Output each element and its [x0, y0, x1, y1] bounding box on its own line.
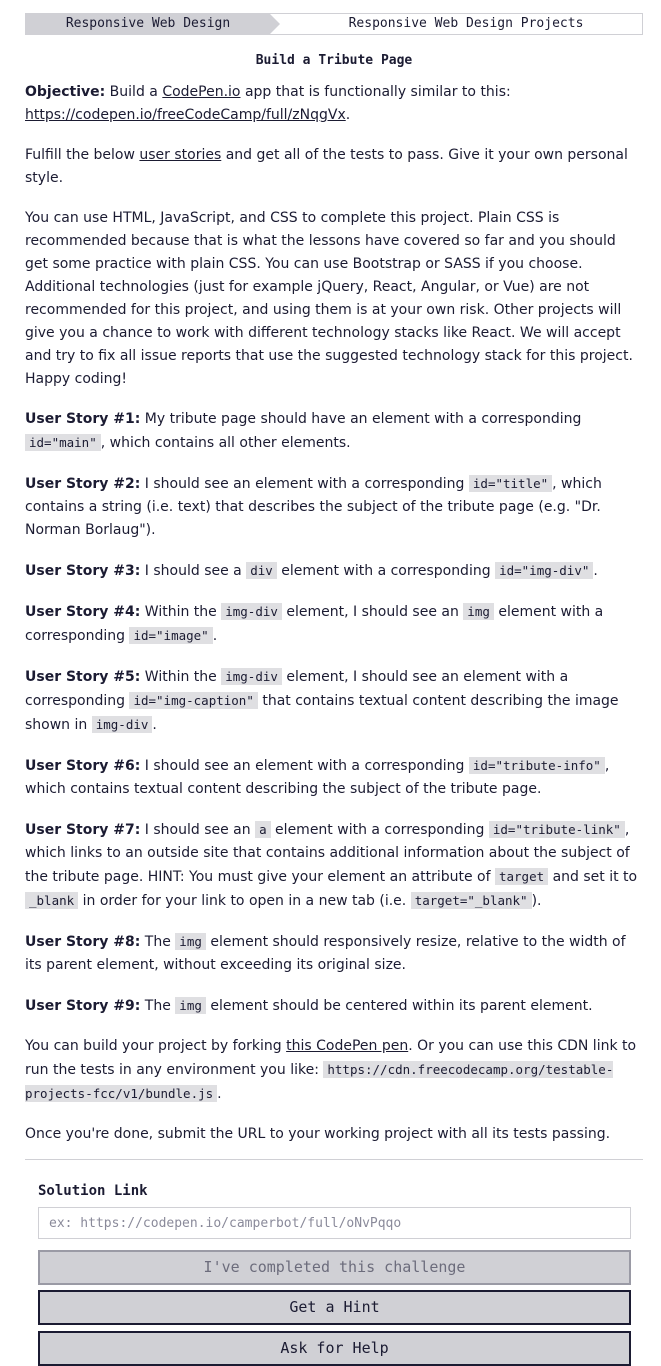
user-story-text: My tribute page should have an element w… [140, 411, 582, 427]
build-text: You can build your project by forking [25, 1038, 287, 1054]
user-story-text: Within the [140, 604, 222, 620]
codepen-link[interactable]: CodePen.io [162, 84, 240, 100]
code-snippet: img-div [91, 716, 153, 733]
user-story-text: . [212, 628, 218, 644]
user-story-4: User Story #4: Within the img-div elemen… [25, 600, 643, 648]
fulfill-text: Fulfill the below [25, 147, 140, 163]
objective-label: Objective: [25, 84, 106, 100]
user-story-text: . [593, 563, 598, 579]
solution-link-label: Solution Link [38, 1183, 148, 1199]
breadcrumb: Responsive Web Design Responsive Web Des… [25, 13, 643, 35]
technologies-paragraph: You can use HTML, JavaScript, and CSS to… [25, 210, 633, 387]
user-story-label: User Story #7: [25, 822, 141, 838]
user-story-text: in order for your link to open in a new … [78, 893, 411, 909]
code-snippet: target="_blank" [410, 892, 532, 909]
user-story-text: element should be centered within its pa… [205, 998, 593, 1014]
user-story-text: The [140, 998, 176, 1014]
user-story-text: I should see an element with a correspon… [140, 476, 469, 492]
ask-for-help-button[interactable]: Ask for Help [38, 1331, 631, 1366]
code-snippet: a [255, 821, 271, 838]
user-story-3: User Story #3: I should see a div elemen… [25, 559, 643, 583]
objective-text: app that is functionally similar to this… [240, 84, 511, 100]
build-text: . [217, 1086, 222, 1102]
code-snippet: id="img-caption" [129, 692, 258, 709]
code-snippet: target [494, 868, 549, 885]
user-story-text: I should see an element with a correspon… [140, 758, 469, 774]
user-stories-link[interactable]: user stories [139, 147, 221, 163]
code-snippet: img [175, 933, 206, 950]
user-story-6: User Story #6: I should see an element w… [25, 754, 643, 801]
code-snippet: _blank [25, 892, 79, 909]
user-story-text: element with a corresponding [276, 563, 496, 579]
codepen-pen-link[interactable]: this CodePen pen [286, 1038, 408, 1054]
divider [25, 1159, 643, 1160]
user-story-text: ). [531, 893, 542, 909]
code-snippet: id="image" [129, 627, 213, 644]
fulfill-paragraph: Fulfill the below user stories and get a… [25, 144, 643, 190]
code-snippet: id="main" [25, 434, 101, 451]
user-story-label: User Story #3: [25, 563, 141, 579]
code-snippet: img [175, 997, 206, 1014]
user-story-label: User Story #8: [25, 934, 141, 950]
user-story-text: Within the [140, 669, 222, 685]
user-story-text: I should see a [140, 563, 247, 579]
user-story-label: User Story #4: [25, 604, 141, 620]
user-story-text: , which contains all other elements. [100, 435, 351, 451]
build-paragraph: You can build your project by forking th… [25, 1035, 643, 1106]
user-story-text: element with a corresponding [270, 822, 489, 838]
breadcrumb-section-link[interactable]: Responsive Web Design [26, 14, 280, 34]
user-story-text: . [152, 717, 157, 733]
solution-form: Solution Link I've completed this challe… [0, 1180, 661, 1366]
page-title: Build a Tribute Page [255, 53, 413, 68]
example-project-link[interactable]: https://codepen.io/freeCodeCamp/full/zNq… [25, 107, 346, 123]
objective-text: . [345, 107, 351, 123]
user-story-text: element, I should see an [281, 604, 464, 620]
get-hint-button[interactable]: Get a Hint [38, 1290, 631, 1325]
completed-challenge-button[interactable]: I've completed this challenge [38, 1250, 631, 1285]
code-snippet: id="title" [468, 475, 553, 492]
code-snippet: id="tribute-link" [488, 821, 625, 838]
user-story-label: User Story #9: [25, 998, 141, 1014]
user-story-7: User Story #7: I should see an a element… [25, 818, 643, 913]
breadcrumb-subsection-link[interactable]: Responsive Web Design Projects [270, 14, 642, 34]
objective-paragraph: Objective: Build a CodePen.io app that i… [25, 81, 643, 127]
user-story-label: User Story #2: [25, 476, 141, 492]
user-story-9: User Story #9: The img element should be… [25, 994, 643, 1018]
user-story-1: User Story #1: My tribute page should ha… [25, 408, 643, 455]
user-story-label: User Story #1: [25, 411, 141, 427]
code-snippet: id="img-div" [495, 562, 594, 579]
code-snippet: img-div [221, 668, 282, 685]
user-story-label: User Story #5: [25, 669, 141, 685]
user-story-5: User Story #5: Within the img-div elemen… [25, 665, 643, 737]
user-story-label: User Story #6: [25, 758, 141, 774]
code-snippet: img-div [221, 603, 282, 620]
user-story-text: and set it to [548, 869, 638, 885]
user-story-2: User Story #2: I should see an element w… [25, 472, 643, 542]
code-snippet: img [463, 603, 494, 620]
submit-paragraph: Once you're done, submit the URL to your… [25, 1126, 611, 1142]
user-story-8: User Story #8: The img element should re… [25, 930, 643, 977]
user-story-text: I should see an [140, 822, 256, 838]
user-story-text: The [140, 934, 176, 950]
code-snippet: div [246, 562, 277, 579]
solution-link-input[interactable] [38, 1207, 631, 1239]
objective-text: Build a [105, 84, 163, 100]
challenge-description: Build a Tribute Page Objective: Build a … [0, 50, 661, 1160]
code-snippet: id="tribute-info" [468, 757, 605, 774]
